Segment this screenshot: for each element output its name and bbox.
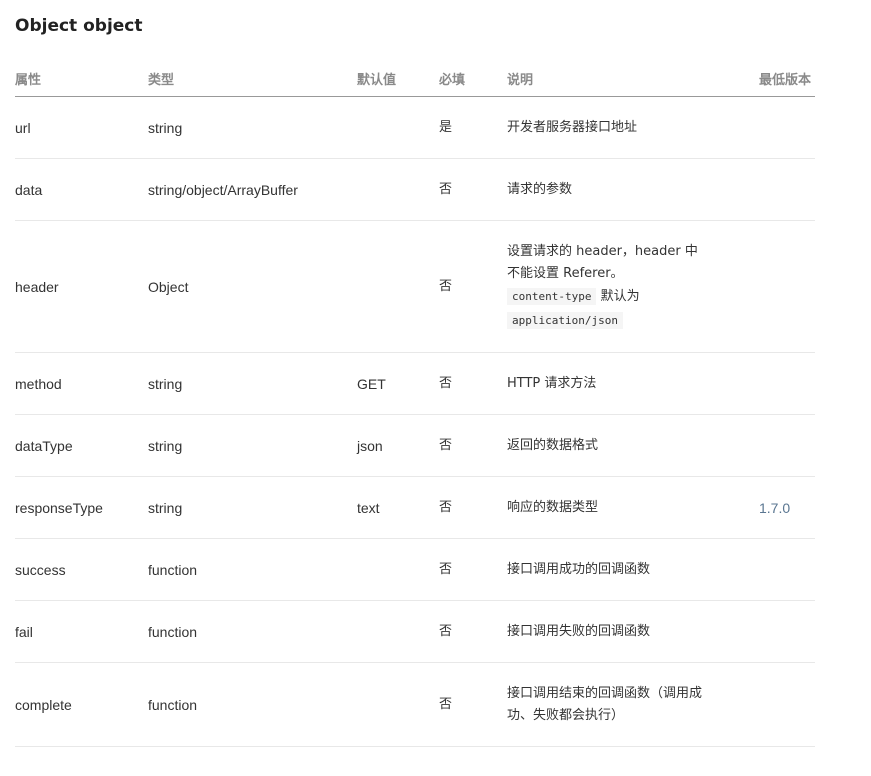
param-desc: 响应的数据类型 xyxy=(507,476,759,539)
table-row: url string 是 开发者服务器接口地址 xyxy=(15,96,815,159)
param-required: 否 xyxy=(439,352,507,415)
param-desc: HTTP 请求方法 xyxy=(507,352,759,415)
param-version xyxy=(759,662,815,747)
param-type: string/object/ArrayBuffer xyxy=(148,158,357,221)
col-header-type: 类型 xyxy=(148,60,357,97)
table-row: success function 否 接口调用成功的回调函数 xyxy=(15,538,815,601)
param-default: json xyxy=(357,414,439,477)
desc-line: 不能设置 Referer。 xyxy=(507,265,624,281)
param-version: 1.7.0 xyxy=(759,476,815,539)
param-type: Object xyxy=(148,220,357,353)
table-row: fail function 否 接口调用失败的回调函数 xyxy=(15,600,815,663)
inline-code: application/json xyxy=(507,311,623,329)
param-required: 否 xyxy=(439,476,507,539)
param-default: GET xyxy=(357,352,439,415)
param-required: 否 xyxy=(439,158,507,221)
table-row: data string/object/ArrayBuffer 否 请求的参数 xyxy=(15,158,815,221)
param-version xyxy=(759,352,815,415)
param-name: url xyxy=(15,96,148,159)
param-name: dataType xyxy=(15,414,148,477)
table-header-row: 属性 类型 默认值 必填 说明 最低版本 xyxy=(15,60,815,97)
param-version xyxy=(759,538,815,601)
params-table: 属性 类型 默认值 必填 说明 最低版本 url string 是 开发者服务器… xyxy=(15,60,815,747)
param-type: function xyxy=(148,662,357,747)
col-header-default: 默认值 xyxy=(357,60,439,97)
param-type: string xyxy=(148,414,357,477)
param-desc: 接口调用结束的回调函数（调用成 功、失败都会执行） xyxy=(507,662,759,747)
param-default xyxy=(357,158,439,221)
param-version xyxy=(759,414,815,477)
col-header-name: 属性 xyxy=(15,60,148,97)
param-desc: 接口调用成功的回调函数 xyxy=(507,538,759,601)
param-version xyxy=(759,600,815,663)
param-desc: 接口调用失败的回调函数 xyxy=(507,600,759,663)
section-title: Object object xyxy=(15,16,143,36)
param-required: 否 xyxy=(439,600,507,663)
param-desc: 返回的数据格式 xyxy=(507,414,759,477)
param-default xyxy=(357,600,439,663)
table-row: method string GET 否 HTTP 请求方法 xyxy=(15,352,815,415)
param-default xyxy=(357,96,439,159)
param-desc: 请求的参数 xyxy=(507,158,759,221)
desc-line: 设置请求的 header，header 中 xyxy=(507,243,698,259)
col-header-desc: 说明 xyxy=(507,60,759,97)
param-type: function xyxy=(148,538,357,601)
param-name: header xyxy=(15,220,148,353)
param-required: 是 xyxy=(439,96,507,159)
col-header-required: 必填 xyxy=(439,60,507,97)
param-name: method xyxy=(15,352,148,415)
param-required: 否 xyxy=(439,414,507,477)
param-default xyxy=(357,662,439,747)
param-default: text xyxy=(357,476,439,539)
param-version xyxy=(759,220,815,353)
param-default xyxy=(357,538,439,601)
param-type: string xyxy=(148,476,357,539)
param-type: string xyxy=(148,96,357,159)
param-version xyxy=(759,96,815,159)
param-name: data xyxy=(15,158,148,221)
param-name: complete xyxy=(15,662,148,747)
param-desc: 开发者服务器接口地址 xyxy=(507,96,759,159)
param-name: success xyxy=(15,538,148,601)
inline-code: content-type xyxy=(507,287,597,305)
desc-text: 默认为 xyxy=(596,288,640,304)
desc-line: 功、失败都会执行） xyxy=(507,707,625,723)
param-desc: 设置请求的 header，header 中 不能设置 Referer。 cont… xyxy=(507,220,759,353)
table-row: header Object 否 设置请求的 header，header 中 不能… xyxy=(15,220,815,353)
param-name: fail xyxy=(15,600,148,663)
param-name: responseType xyxy=(15,476,148,539)
param-default xyxy=(357,220,439,353)
param-required: 否 xyxy=(439,538,507,601)
param-version xyxy=(759,158,815,221)
param-type: function xyxy=(148,600,357,663)
param-required: 否 xyxy=(439,662,507,747)
param-type: string xyxy=(148,352,357,415)
desc-line: 接口调用结束的回调函数（调用成 xyxy=(507,685,703,701)
col-header-version: 最低版本 xyxy=(759,60,815,97)
table-row: complete function 否 接口调用结束的回调函数（调用成 功、失败… xyxy=(15,662,815,747)
param-required: 否 xyxy=(439,220,507,353)
table-row: responseType string text 否 响应的数据类型 1.7.0 xyxy=(15,476,815,539)
table-row: dataType string json 否 返回的数据格式 xyxy=(15,414,815,477)
